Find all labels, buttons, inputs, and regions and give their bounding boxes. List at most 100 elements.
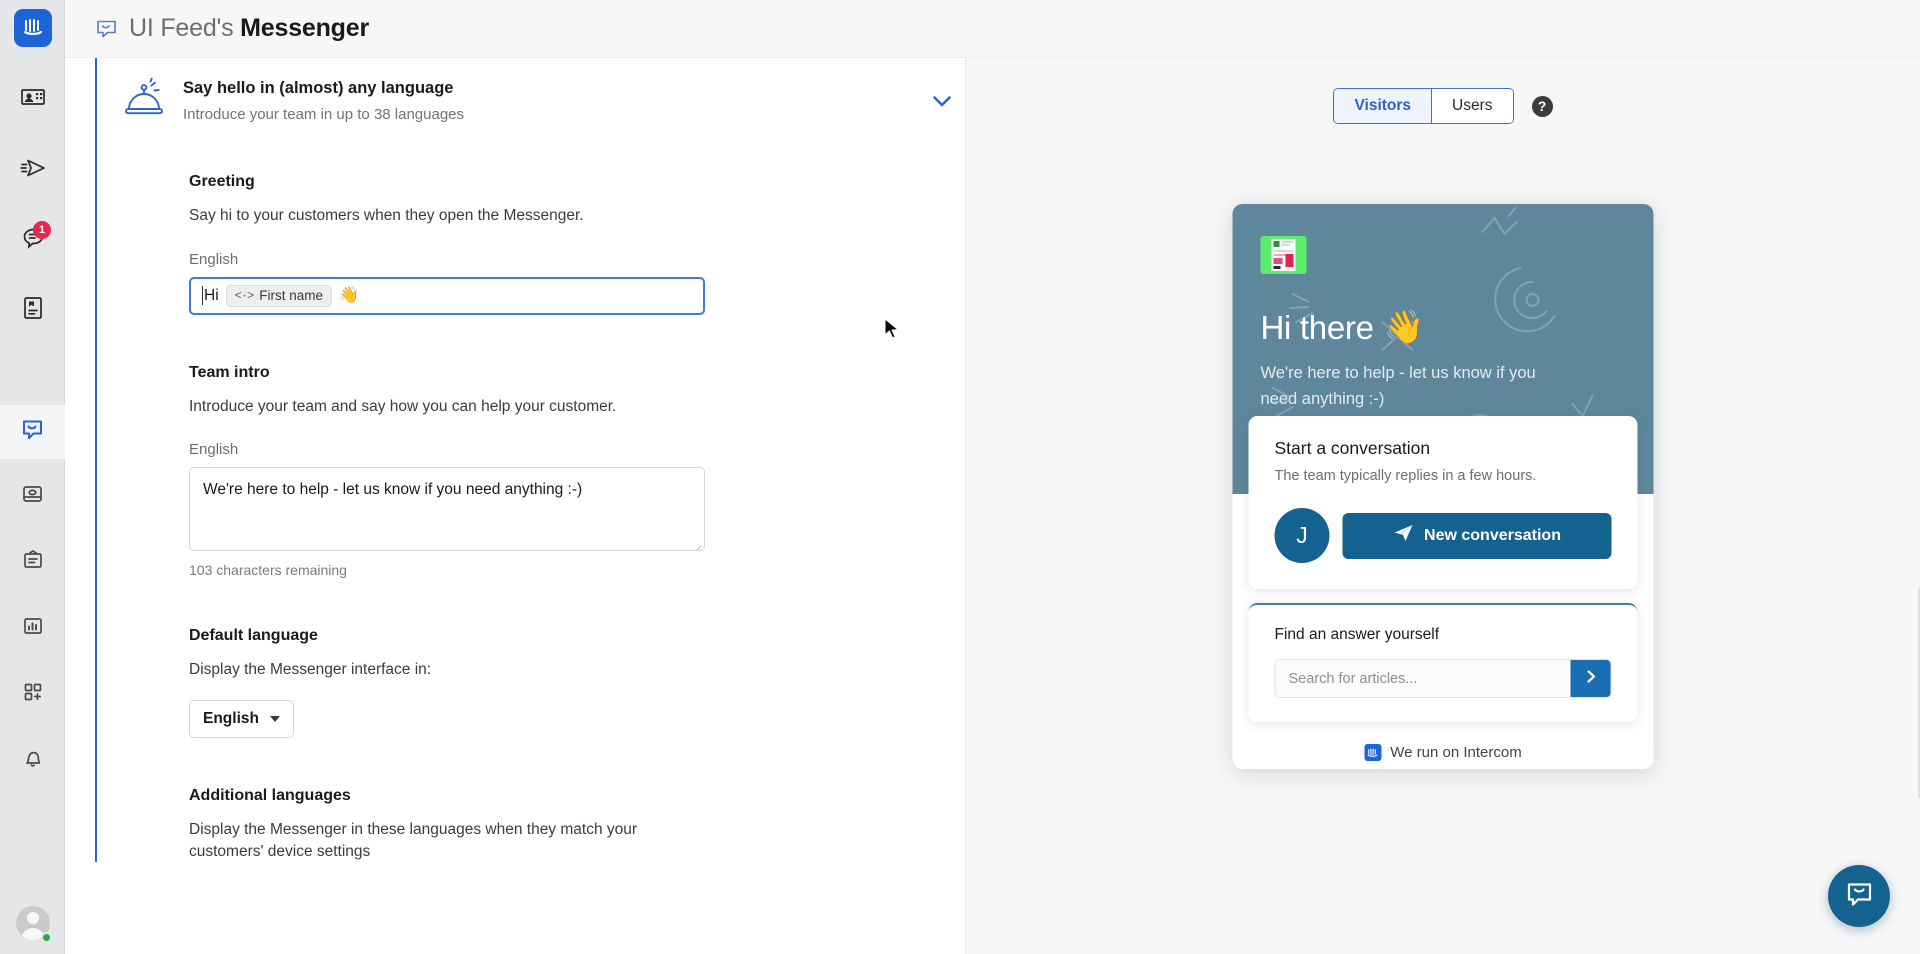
messenger-speech-bubble-icon [95,18,118,40]
find-answer-title: Find an answer yourself [1274,626,1440,643]
sidebar-item-apps[interactable] [0,667,65,721]
code-token-icon: <·> [234,288,255,303]
messenger-icon [19,417,46,448]
team-intro-textarea[interactable]: We're here to help - let us know if you … [189,467,705,552]
sidebar-item-outbound[interactable] [0,143,65,197]
greeting-description: Say hi to your customers when they open … [189,207,584,224]
sidebar-item-notifications[interactable] [0,733,65,787]
team-intro-section: Team intro Introduce your team and say h… [189,363,939,579]
messenger-launcher-button[interactable] [1828,865,1890,927]
find-answer-card: Find an answer yourself Search for artic… [1248,603,1638,722]
help-question-icon[interactable]: ? [1531,95,1553,117]
card-title: Say hello in (almost) any language [183,79,454,97]
sidebar-item-messenger[interactable] [0,405,65,459]
reports-chart-icon [21,614,45,643]
text-caret [202,286,203,306]
character-counter: 103 characters remaining [189,562,347,579]
messenger-preview-panel: Visitors Users ? Hi there 👋 We're here t… [966,58,1920,954]
default-language-dropdown[interactable]: English [189,700,294,739]
start-conversation-card: Start a conversation The team typically … [1248,416,1638,589]
articles-icon [21,295,45,326]
messenger-launcher-icon [1844,879,1875,914]
team-intro-value: We're here to help - let us know if you … [203,481,583,499]
service-bell-icon [121,76,183,127]
sidebar-item-inbox[interactable]: 1 [0,213,65,267]
run-on-intercom-text: We run on Intercom [1390,744,1522,761]
page-title: UI Feed's Messenger [129,14,369,43]
card-header[interactable]: Say hello in (almost) any language Intro… [97,76,965,127]
workspace-logo-inner [1271,239,1296,271]
greeting-language-label: English [189,250,239,268]
messenger-greeting: Hi there 👋 [1261,308,1626,347]
app-root: 1 UI Feed's Messenger Say hello in (almo… [0,0,1920,954]
card-header-text: Say hello in (almost) any language Intro… [183,76,939,123]
outbound-send-icon [19,155,47,186]
article-search-submit-button[interactable] [1570,660,1611,697]
mouse-cursor [884,317,900,345]
settings-panel: Say hello in (almost) any language Intro… [65,58,966,954]
first-name-token-label: First name [259,288,324,304]
sidebar-item-articles[interactable] [0,283,65,337]
settings-inner: Say hello in (almost) any language Intro… [65,58,965,863]
contacts-icon [20,85,46,116]
workspace-name: UI Feed's [129,14,234,42]
sidebar-item-tickets[interactable] [0,535,65,589]
waving-hand-emoji: 👋 [339,286,359,304]
default-language-title: Default language [189,627,318,645]
start-conversation-subtitle: The team typically replies in a few hour… [1274,468,1537,484]
default-language-section: Default language Display the Messenger i… [189,627,939,739]
product-name: Messenger [240,14,369,42]
intercom-logo[interactable] [13,9,52,47]
chevron-down-icon[interactable] [927,86,957,116]
additional-languages-description: Display the Messenger in these languages… [189,821,638,860]
first-name-token[interactable]: <·> First name [225,284,333,307]
rail-bottom [0,892,65,954]
card-subtitle: Introduce your team in up to 38 language… [183,106,465,124]
resize-grip-icon[interactable] [692,538,702,551]
tab-users[interactable]: Users [1432,89,1513,123]
cards-icon [20,482,45,511]
article-search-placeholder: Search for articles... [1288,670,1418,687]
inbox-badge: 1 [33,221,51,239]
greeting-section: Greeting Say hi to your customers when t… [189,173,939,315]
start-conversation-row: J New conversation [1274,508,1612,563]
top-bar: UI Feed's Messenger [65,0,1920,58]
sidebar-item-contacts[interactable] [0,73,65,127]
main-area: UI Feed's Messenger Say hello in (almost… [65,0,1920,954]
team-intro-description: Introduce your team and say how you can … [189,397,617,415]
tab-visitors[interactable]: Visitors [1334,89,1433,123]
greeting-title: Greeting [189,173,255,190]
status-badge [41,932,52,943]
preview-audience-tabs: Visitors Users ? [966,58,1920,124]
sidebar-item-cards[interactable] [0,469,65,523]
bell-icon [21,746,45,775]
article-search-input[interactable]: Search for articles... [1275,660,1571,697]
article-search-row: Search for articles... [1274,659,1612,698]
intercom-small-logo [1364,744,1382,761]
caret-down-icon [269,716,280,723]
greeting-input[interactable]: Hi <·> First name 👋 [189,276,705,315]
run-on-intercom-footer: We run on Intercom [1233,744,1654,769]
waving-hand-emoji: 👋 [1383,308,1425,345]
messenger-preview: Hi there 👋 We're here to help - let us k… [1232,204,1654,769]
language-settings-card: Say hello in (almost) any language Intro… [95,58,965,863]
team-intro-title: Team intro [189,363,270,381]
chevron-right-icon [1584,669,1597,689]
workspace-logo [1260,236,1307,274]
new-conversation-button[interactable]: New conversation [1342,512,1612,559]
new-conversation-label: New conversation [1424,526,1561,544]
messenger-greeting-text: Hi there [1260,308,1374,346]
greeting-text-prefix: Hi [204,286,219,304]
additional-languages-title: Additional languages [189,787,351,805]
operator-avatar: J [1274,508,1330,563]
audience-segmented-control: Visitors Users [1333,88,1514,124]
avatar[interactable] [0,892,65,954]
default-language-value: English [203,710,259,728]
sidebar-item-reports[interactable] [0,601,65,655]
card-body: Greeting Say hi to your customers when t… [97,173,965,862]
clipboard-icon [21,548,45,577]
team-intro-language-label: English [189,441,239,459]
left-nav-rail: 1 [0,0,65,954]
default-language-description: Display the Messenger interface in: [189,661,432,679]
start-conversation-title: Start a conversation [1274,438,1431,458]
